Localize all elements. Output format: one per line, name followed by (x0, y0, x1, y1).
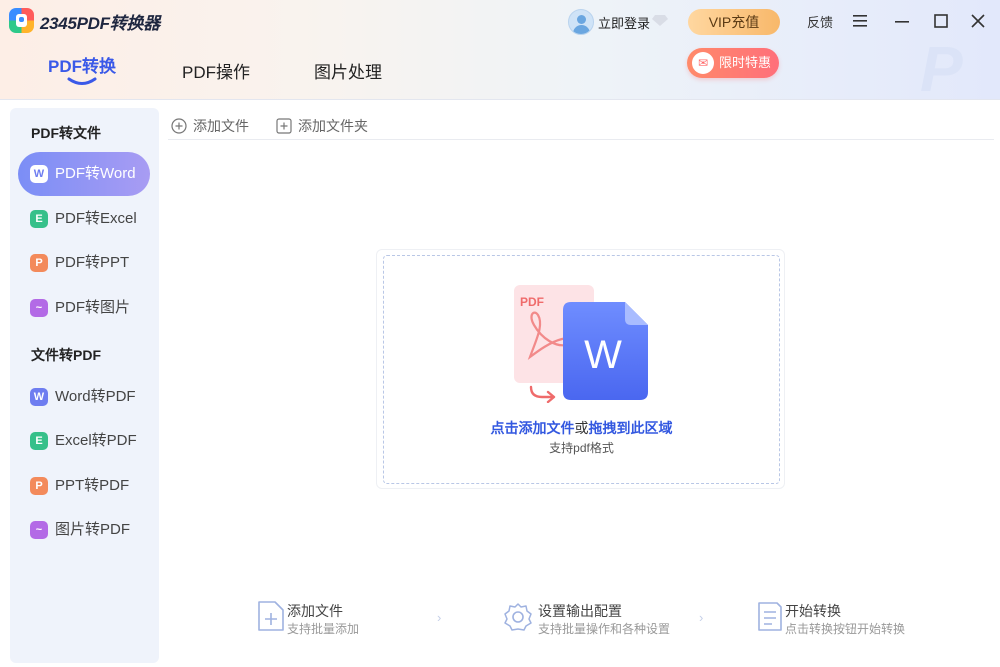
gift-icon: ✉ (692, 52, 714, 74)
sidebar-item-label: PDF转PPT (55, 254, 130, 271)
plus-square-icon (276, 118, 292, 134)
settings-gear-icon (504, 603, 532, 631)
step-subtitle: 支持批量添加 (287, 622, 360, 636)
sidebar-item-ppt-to-pdf[interactable]: P PPT转PDF (18, 464, 150, 508)
step-subtitle: 支持批量操作和各种设置 (538, 622, 671, 636)
toolbar-divider (168, 139, 994, 140)
ppt-icon: P (30, 254, 48, 272)
maximize-icon[interactable] (930, 10, 952, 32)
menu-icon[interactable] (849, 10, 871, 32)
limited-offer-label: 限时特惠 (719, 55, 772, 70)
step-title: 开始转换 (785, 603, 841, 619)
sidebar-item-pdf-to-excel[interactable]: E PDF转Excel (18, 197, 150, 241)
step-title: 设置输出配置 (538, 603, 622, 619)
tab-pdf-operations[interactable]: PDF操作 (182, 58, 250, 83)
excel-icon: E (30, 210, 48, 228)
sidebar-item-label: 图片转PDF (55, 521, 131, 538)
sidebar-item-label: PPT转PDF (55, 477, 130, 494)
drag-here-link: 拖拽到此区域 (588, 420, 673, 436)
add-folder-button[interactable]: 添加文件夹 (276, 116, 368, 136)
add-document-icon (258, 601, 284, 631)
sidebar-section-file-to-pdf: 文件转PDF (31, 347, 101, 363)
login-link[interactable]: 立即登录 (598, 13, 650, 32)
sidebar-item-label: PDF转图片 (55, 299, 131, 316)
ppt-icon: P (30, 477, 48, 495)
supported-format-text: 支持pdf格式 (549, 441, 614, 455)
avatar-icon[interactable] (568, 9, 594, 35)
sidebar-section-pdf-to-file: PDF转文件 (31, 125, 101, 141)
sidebar-item-pdf-to-ppt[interactable]: P PDF转PPT (18, 241, 150, 285)
click-add-file-link[interactable]: 点击添加文件 (491, 420, 575, 436)
add-file-label: 添加文件 (193, 118, 249, 134)
image-icon: ~ (30, 299, 48, 317)
tab-image-processing[interactable]: 图片处理 (314, 58, 382, 83)
convert-arrow-icon (529, 385, 556, 403)
diamond-icon (652, 15, 668, 26)
sidebar-item-label: PDF转Excel (55, 210, 137, 227)
vip-recharge-button[interactable]: VIP充值 (688, 9, 780, 35)
plus-circle-icon (171, 118, 187, 134)
or-text: 或 (574, 420, 589, 436)
word-icon: W (30, 388, 48, 406)
add-file-button[interactable]: 添加文件 (171, 116, 249, 136)
excel-icon: E (30, 432, 48, 450)
convert-document-icon (758, 602, 782, 631)
tab-pdf-convert[interactable]: PDF转换 (48, 52, 116, 77)
chevron-right-icon: › (699, 610, 704, 625)
chevron-right-icon: › (437, 610, 442, 625)
step-subtitle: 点击转换按钮开始转换 (785, 622, 906, 636)
sidebar-item-image-to-pdf[interactable]: ~ 图片转PDF (18, 508, 150, 552)
image-icon: ~ (30, 521, 48, 539)
sidebar-item-label: Excel转PDF (55, 432, 137, 449)
close-icon[interactable] (967, 10, 989, 32)
tab-active-indicator (67, 77, 97, 85)
drop-zone-instructions: 点击添加文件或拖拽到此区域 (383, 418, 780, 438)
brand-watermark-icon: P (920, 38, 963, 100)
word-icon: W (30, 165, 48, 183)
sidebar-item-word-to-pdf[interactable]: W Word转PDF (18, 375, 150, 419)
sidebar-item-pdf-to-image[interactable]: ~ PDF转图片 (18, 286, 150, 330)
add-folder-label: 添加文件夹 (298, 118, 368, 134)
sidebar-item-excel-to-pdf[interactable]: E Excel转PDF (18, 419, 150, 463)
word-letter: W (584, 333, 622, 377)
word-document-icon: W (563, 302, 648, 400)
app-name: 2345PDF转换器 (40, 14, 160, 33)
step-title: 添加文件 (287, 603, 343, 619)
title-bar: 2345PDF转换器 立即登录 VIP充值 反馈 PDF转换 PDF操作 图片处… (0, 0, 1000, 100)
minimize-icon[interactable] (891, 10, 913, 32)
app-logo-icon (9, 8, 34, 33)
sidebar-item-pdf-to-word[interactable]: W PDF转Word (18, 152, 150, 196)
feedback-button[interactable]: 反馈 (807, 12, 833, 31)
sidebar-item-label: Word转PDF (55, 388, 136, 405)
limited-offer-button[interactable]: ✉ 限时特惠 (687, 48, 779, 78)
sidebar-item-label: PDF转Word (55, 165, 136, 182)
